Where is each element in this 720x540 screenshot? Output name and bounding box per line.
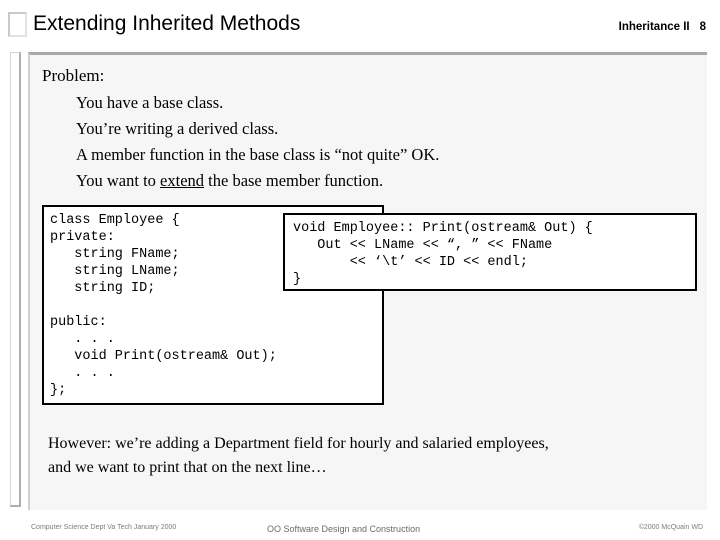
title-decoration-square <box>8 12 27 37</box>
bullet-item-4: You want to extend the base member funct… <box>76 171 383 191</box>
header-meta: Inheritance II 8 <box>619 21 706 33</box>
bullet-item-4-tail: the base member function. <box>204 171 384 190</box>
footer-right-copyright: ©2000 McQuain WD <box>638 524 703 531</box>
closing-paragraph: However: we’re adding a Department field… <box>48 432 688 480</box>
slide-canvas: Extending Inherited Methods Inheritance … <box>0 0 720 540</box>
footer-left-text: Computer Science Dept Va Tech January 20… <box>31 524 177 531</box>
bullet-item-3: A member function in the base class is “… <box>76 145 440 164</box>
bullet-item-1: You have a base class. <box>76 93 224 112</box>
footer-center-text: OO Software Design and Construction <box>267 524 421 534</box>
page-title: Extending Inherited Methods <box>33 12 301 35</box>
slide-number: 8 <box>699 21 706 33</box>
code-block-print-definition: void Employee:: Print(ostream& Out) { Ou… <box>283 213 697 291</box>
closing-line-2: and we want to print that on the next li… <box>48 459 327 476</box>
left-accent-bar <box>10 52 21 507</box>
closing-line-1: However: we’re adding a Department field… <box>48 435 549 452</box>
bullet-item-4-head: You want to <box>76 171 161 190</box>
problem-heading: Problem: <box>42 66 105 85</box>
header-course-label: Inheritance II <box>618 21 690 33</box>
bullet-item-4-emphasis: extend <box>160 171 205 190</box>
bullet-item-2: You’re writing a derived class. <box>76 119 279 138</box>
